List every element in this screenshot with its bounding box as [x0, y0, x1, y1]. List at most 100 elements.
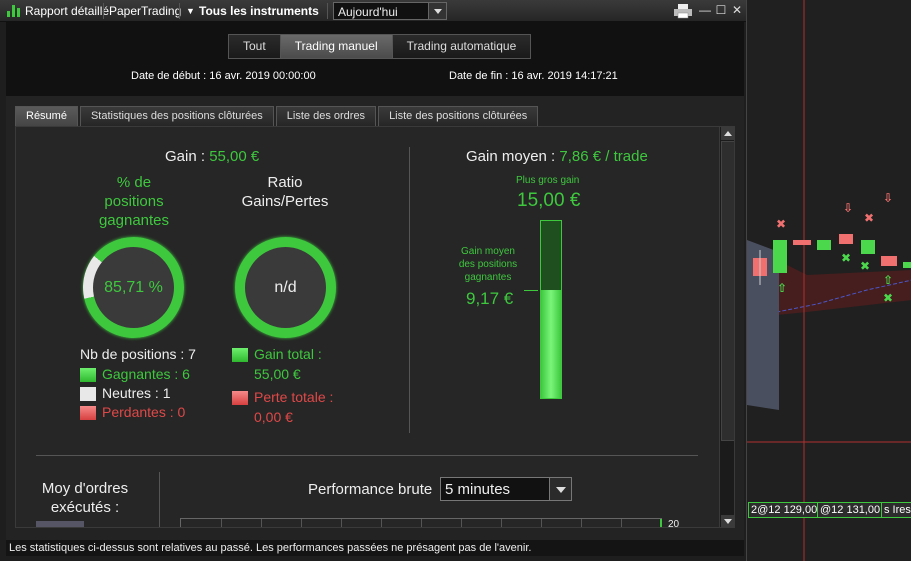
average-winning-value: 9,17 € — [466, 289, 514, 308]
tab-order-list[interactable]: Liste des ordres — [275, 106, 377, 126]
average-winning-label-line: gagnantes — [464, 272, 512, 283]
neutral-legend-swatch — [80, 387, 96, 401]
average-gain-value: 7,86 € / trade — [559, 148, 648, 165]
account-selector[interactable]: PaperTrading — [109, 4, 181, 18]
maximize-button[interactable]: ☐ — [714, 3, 728, 17]
neutral-count: Neutres : 1 — [102, 385, 171, 401]
minimize-button[interactable]: — — [698, 3, 712, 17]
scroll-down-button[interactable] — [721, 515, 734, 527]
winners-count: Gagnantes : 6 — [102, 366, 190, 382]
background-price-chart: ✖ ⇧ ✖ ⇩ ✖ ✖ ⇩ ⇧ ✖ 2@12 129,00 @12 131,00… — [746, 0, 911, 561]
gain-summary: Gain : 55,00 € — [165, 148, 259, 165]
average-orders-bar — [36, 521, 84, 527]
disclaimer-status-bar: Les statistiques ci-dessus sont relative… — [6, 540, 744, 556]
ratio-title-line: Gains/Pertes — [241, 193, 329, 210]
summary-panel: Gain : 55,00 € % de positions gagnantes … — [15, 126, 735, 528]
average-orders-label-line: exécutés : — [50, 499, 120, 516]
tab-all[interactable]: Tout — [229, 35, 281, 58]
total-gain-label: Gain total : — [254, 346, 322, 362]
report-toolbar: Rapport détaillé PaperTrading ▼ Tous les… — [0, 0, 748, 22]
performance-grid-line — [581, 519, 582, 527]
performance-grid-line — [301, 519, 302, 527]
price-label: @12 131,00 — [817, 502, 884, 518]
win-rate-value: 85,71 % — [104, 279, 163, 296]
win-rate-title-line: gagnantes — [98, 212, 170, 229]
performance-axis-tick: 20 — [668, 519, 680, 528]
performance-grid-line — [341, 519, 342, 527]
svg-text:✖: ✖ — [883, 291, 893, 305]
average-winning-label: Gain moyen des positions gagnantes — [446, 245, 530, 284]
price-label: 2@12 129,00 — [748, 502, 821, 518]
gain-value: 55,00 € — [209, 148, 260, 165]
svg-text:✖: ✖ — [841, 251, 851, 265]
average-winning-label-line: Gain moyen — [461, 246, 515, 257]
tab-summary[interactable]: Résumé — [15, 106, 78, 126]
report-subtabs: Résumé Statistiques des positions clôtur… — [15, 106, 540, 126]
period-select[interactable]: Aujourd'hui — [333, 2, 447, 20]
performance-chart-grid — [180, 518, 662, 527]
scrollbar-thumb[interactable] — [721, 141, 734, 441]
tab-automatic-trading[interactable]: Trading automatique — [392, 35, 531, 58]
performance-grid-line — [621, 519, 622, 527]
triangle-down-icon — [724, 519, 732, 524]
average-gain-bar — [540, 220, 562, 399]
max-gain-value: 15,00 € — [517, 190, 581, 211]
positions-count: Nb de positions : 7 — [80, 346, 196, 362]
svg-text:⇧: ⇧ — [777, 281, 787, 295]
performance-grid-line — [381, 519, 382, 527]
performance-interval-value: 5 minutes — [445, 481, 511, 498]
svg-text:✖: ✖ — [776, 217, 786, 231]
gain-label: Gain : — [165, 148, 210, 165]
chevron-down-icon[interactable] — [428, 3, 446, 19]
average-winning-label-line: des positions — [458, 259, 518, 270]
svg-text:⇩: ⇩ — [843, 201, 853, 215]
instruments-selector[interactable]: Tous les instruments — [199, 4, 319, 18]
svg-text:⇧: ⇧ — [883, 273, 893, 287]
tab-closed-position-stats[interactable]: Statistiques des positions clôturées — [79, 106, 274, 126]
report-header: Tout Trading manuel Trading automatique … — [6, 22, 744, 96]
average-winning-marker — [524, 290, 538, 291]
mode-tabs: Tout Trading manuel Trading automatique — [228, 34, 532, 59]
losers-count: Perdantes : 0 — [102, 404, 186, 420]
performance-interval-select[interactable]: 5 minutes — [440, 477, 572, 501]
price-chart-canvas: ✖ ⇧ ✖ ⇩ ✖ ✖ ⇩ ⇧ ✖ — [747, 0, 911, 561]
total-loss-swatch — [232, 391, 248, 405]
max-gain-label: Plus gros gain — [516, 175, 580, 186]
average-gain-bar-fill — [541, 290, 561, 398]
win-rate-title-line: % de — [116, 174, 152, 191]
tab-closed-position-list[interactable]: Liste des positions clôturées — [378, 106, 539, 126]
section-divider-small — [159, 472, 160, 527]
print-icon[interactable] — [673, 3, 693, 19]
performance-grid-line — [501, 519, 502, 527]
period-select-value: Aujourd'hui — [338, 5, 398, 19]
detailed-report-button[interactable]: Rapport détaillé — [25, 4, 109, 18]
instruments-dropdown-icon[interactable]: ▼ — [186, 6, 195, 16]
winners-legend-swatch — [80, 368, 96, 382]
price-label: s Ires — [881, 502, 911, 518]
tab-manual-trading[interactable]: Trading manuel — [280, 35, 393, 58]
average-orders-label-line: Moy d'ordres — [41, 480, 129, 497]
win-rate-title: % de positions gagnantes — [94, 173, 174, 230]
performance-axis-mark — [660, 519, 662, 527]
section-divider — [409, 147, 410, 433]
win-rate-title-line: positions — [104, 193, 164, 210]
scroll-up-button[interactable] — [721, 127, 734, 140]
ratio-value: n/d — [274, 279, 297, 296]
chevron-down-icon[interactable] — [549, 478, 571, 500]
average-orders-label: Moy d'ordres exécutés : — [32, 479, 138, 517]
start-date: Date de début : 16 avr. 2019 00:00:00 — [131, 70, 316, 82]
total-gain-swatch — [232, 348, 248, 362]
end-date: Date de fin : 16 avr. 2019 14:17:21 — [449, 70, 618, 82]
total-gain-value: 55,00 € — [254, 366, 301, 382]
triangle-up-icon — [724, 131, 732, 136]
close-button[interactable]: ✕ — [730, 3, 744, 17]
ratio-title: Ratio Gains/Pertes — [230, 173, 340, 211]
vertical-scrollbar[interactable] — [719, 127, 734, 527]
average-gain-summary: Gain moyen : 7,86 € / trade — [466, 148, 648, 165]
report-icon — [7, 5, 21, 17]
performance-grid-line — [221, 519, 222, 527]
section-divider-horizontal — [36, 455, 698, 456]
performance-grid-line — [461, 519, 462, 527]
performance-grid-line — [261, 519, 262, 527]
svg-text:⇩: ⇩ — [883, 191, 893, 205]
